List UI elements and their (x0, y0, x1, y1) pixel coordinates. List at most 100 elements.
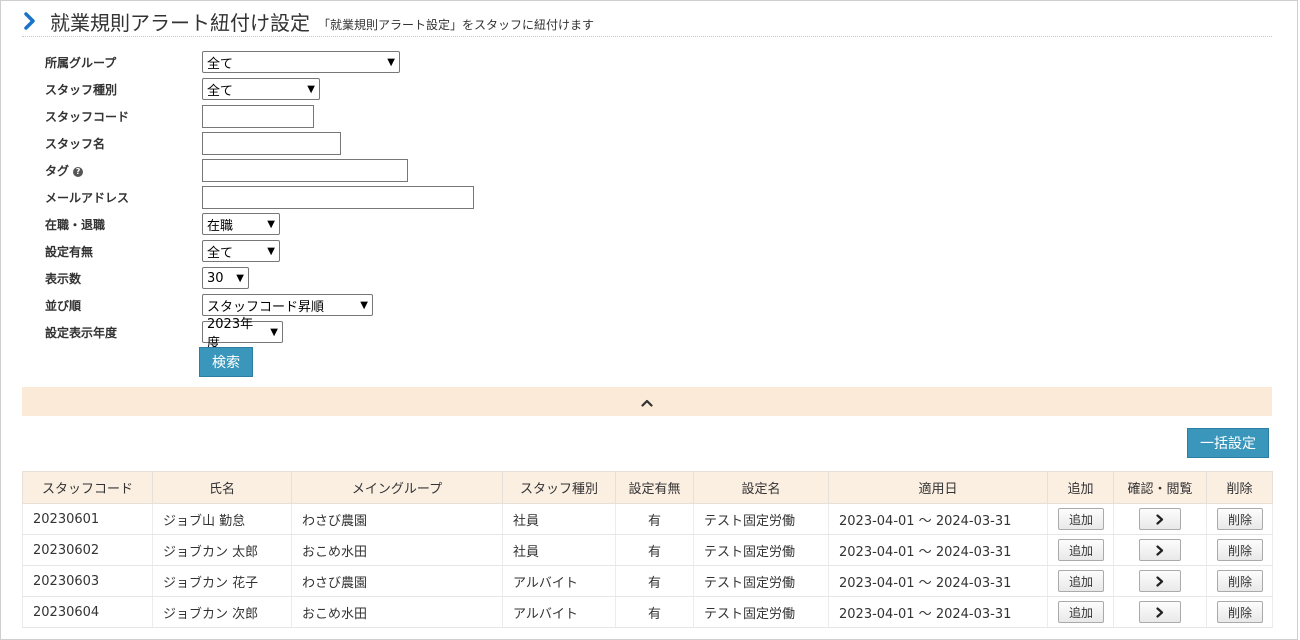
cell-name: ジョブカン 花子 (152, 565, 292, 597)
chevron-right-icon (22, 10, 38, 32)
delete-button[interactable]: 削除 (1217, 570, 1263, 592)
delete-button[interactable]: 削除 (1217, 508, 1263, 530)
filter-label: 表示数 (45, 271, 82, 286)
select-value: 在職 (207, 218, 234, 234)
table-header-row: スタッフコード 氏名 メイングループ スタッフ種別 設定有無 設定名 適用日 追… (22, 471, 1273, 504)
filter-label: スタッフ名 (45, 136, 106, 151)
employment-select[interactable]: 在職 ▼ (202, 213, 280, 235)
chevron-down-icon: ▼ (307, 83, 315, 95)
cell-setting-name: テスト固定労働 (693, 565, 829, 597)
cell-add: 追加 (1047, 565, 1114, 597)
cell-add: 追加 (1047, 503, 1114, 535)
tag-input[interactable] (202, 158, 408, 182)
cell-add: 追加 (1047, 534, 1114, 566)
view-button[interactable] (1139, 508, 1181, 530)
cell-group: おこめ水田 (291, 534, 503, 566)
table-row: 20230604 ジョブカン 次郎 おこめ水田 アルバイト 有 テスト固定労働 … (22, 596, 1273, 628)
filter-label: スタッフ種別 (45, 82, 118, 97)
chevron-down-icon: ▼ (270, 326, 278, 338)
cell-setting-name: テスト固定労働 (693, 596, 829, 628)
cell-has-setting: 有 (615, 596, 694, 628)
chevron-down-icon: ▼ (236, 272, 244, 284)
search-button[interactable]: 検索 (199, 347, 253, 377)
cell-name: ジョブ山 勤怠 (152, 503, 292, 535)
cell-name: ジョブカン 次郎 (152, 596, 292, 628)
chevron-right-icon (1156, 606, 1164, 618)
table-row: 20230602 ジョブカン 太郎 おこめ水田 社員 有 テスト固定労働 202… (22, 534, 1273, 566)
filter-label-wrap: タグ? (45, 162, 195, 179)
view-button[interactable] (1139, 601, 1181, 623)
filter-label: タグ (45, 163, 70, 178)
column-header[interactable]: 氏名 (152, 471, 292, 504)
cell-setting-name: テスト固定労働 (693, 503, 829, 535)
column-header: 確認・閲覧 (1113, 471, 1207, 504)
chevron-down-icon: ▼ (267, 245, 275, 257)
staff-code-input[interactable] (202, 104, 314, 128)
add-button[interactable]: 追加 (1058, 570, 1104, 592)
cell-code: 20230602 (22, 534, 153, 566)
chevron-right-icon (1156, 575, 1164, 587)
cell-add: 追加 (1047, 596, 1114, 628)
add-button[interactable]: 追加 (1058, 539, 1104, 561)
page-subtitle: 「就業規則アラート設定」をスタッフに紐付けます (318, 17, 595, 32)
chevron-up-icon (641, 392, 653, 411)
cell-code: 20230604 (22, 596, 153, 628)
year-select[interactable]: 2023年度 ▼ (202, 317, 283, 351)
add-button[interactable]: 追加 (1058, 601, 1104, 623)
select-value: 30 (207, 270, 224, 286)
chevron-down-icon: ▼ (387, 56, 395, 68)
cell-period: 2023-04-01 ～ 2024-03-31 (828, 503, 1048, 535)
staff-name-input[interactable] (202, 131, 341, 155)
column-header[interactable]: スタッフコード (22, 471, 153, 504)
group-select[interactable]: 全て ▼ (202, 51, 400, 73)
help-icon[interactable]: ? (73, 166, 84, 177)
filter-label: 在職・退職 (45, 217, 106, 232)
cell-type: アルバイト (502, 565, 616, 597)
filter-label: スタッフコード (45, 109, 130, 124)
delete-button[interactable]: 削除 (1217, 601, 1263, 623)
cell-has-setting: 有 (615, 534, 694, 566)
page-header: 就業規則アラート紐付け設定 「就業規則アラート設定」をスタッフに紐付けます (22, 6, 1272, 37)
email-input[interactable] (202, 185, 474, 209)
setting-select[interactable]: 全て ▼ (202, 240, 280, 262)
select-value: 2023年度 (207, 317, 254, 351)
column-header[interactable]: 設定名 (693, 471, 829, 504)
cell-type: 社員 (502, 534, 616, 566)
staff-type-select[interactable]: 全て ▼ (202, 78, 320, 100)
view-button[interactable] (1139, 539, 1181, 561)
cell-has-setting: 有 (615, 565, 694, 597)
cell-period: 2023-04-01 ～ 2024-03-31 (828, 534, 1048, 566)
staff-table: スタッフコード 氏名 メイングループ スタッフ種別 設定有無 設定名 適用日 追… (22, 471, 1273, 628)
column-header[interactable]: 設定有無 (615, 471, 694, 504)
bulk-setting-button[interactable]: 一括設定 (1187, 428, 1269, 458)
select-value: スタッフコード昇順 (207, 299, 325, 315)
add-button[interactable]: 追加 (1058, 508, 1104, 530)
cell-name: ジョブカン 太郎 (152, 534, 292, 566)
filter-label: 設定表示年度 (45, 325, 118, 340)
column-header[interactable]: メイングループ (291, 471, 503, 504)
cell-delete: 削除 (1206, 565, 1273, 597)
column-header[interactable]: 適用日 (828, 471, 1048, 504)
column-header: 追加 (1047, 471, 1114, 504)
cell-view (1113, 565, 1207, 597)
cell-type: 社員 (502, 503, 616, 535)
view-button[interactable] (1139, 570, 1181, 592)
cell-group: おこめ水田 (291, 596, 503, 628)
collapse-toggle[interactable] (22, 387, 1272, 416)
cell-period: 2023-04-01 ～ 2024-03-31 (828, 596, 1048, 628)
display-count-select[interactable]: 30 ▼ (202, 267, 249, 289)
chevron-right-icon (1156, 544, 1164, 556)
cell-code: 20230603 (22, 565, 153, 597)
cell-view (1113, 503, 1207, 535)
filter-label: 設定有無 (45, 244, 94, 259)
table-row: 20230601 ジョブ山 勤怠 わさび農園 社員 有 テスト固定労働 2023… (22, 503, 1273, 535)
chevron-down-icon: ▼ (267, 218, 275, 230)
column-header[interactable]: スタッフ種別 (502, 471, 616, 504)
cell-view (1113, 596, 1207, 628)
filter-label: 並び順 (45, 298, 82, 313)
cell-group: わさび農園 (291, 503, 503, 535)
filter-label: メールアドレス (45, 190, 130, 205)
table-row: 20230603 ジョブカン 花子 わさび農園 アルバイト 有 テスト固定労働 … (22, 565, 1273, 597)
cell-setting-name: テスト固定労働 (693, 534, 829, 566)
delete-button[interactable]: 削除 (1217, 539, 1263, 561)
